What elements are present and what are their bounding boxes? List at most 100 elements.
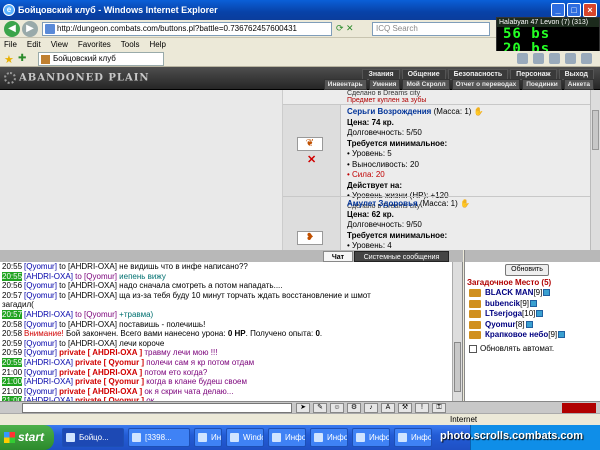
player-name[interactable]: Крапковое небо <box>485 330 548 339</box>
page-menu-icon[interactable] <box>565 53 576 64</box>
chat-nick[interactable]: [AHDRI-OXA] <box>24 358 73 367</box>
taskbar-window-button[interactable]: [3398... <box>128 428 190 447</box>
menu-inventory[interactable]: Инвентарь <box>323 79 367 90</box>
private-message-icon[interactable] <box>469 310 481 318</box>
chat-time[interactable]: 20:59 <box>2 357 23 367</box>
private-message-icon[interactable] <box>469 299 481 308</box>
taskbar-window-button[interactable]: Бойцо... <box>62 428 124 447</box>
shop-scrollbar[interactable] <box>590 90 600 250</box>
star-icon[interactable]: ★ <box>4 53 14 66</box>
auto-update-checkbox[interactable] <box>469 344 477 353</box>
chat-time[interactable]: 20:55 <box>2 271 23 281</box>
chat-input[interactable] <box>22 403 292 413</box>
chat-time[interactable]: 20:57 <box>2 309 23 319</box>
menu-file[interactable]: File <box>4 38 17 51</box>
player-entry[interactable]: LTserjoga[10] <box>467 309 599 320</box>
menu-my-scroll[interactable]: Мой Скролл <box>402 79 450 90</box>
menu-tools[interactable]: Tools <box>121 38 140 51</box>
auto-update-option[interactable]: Обновлять автомат. <box>469 344 554 353</box>
refresh-button[interactable]: Обновить <box>505 264 549 276</box>
chat-nick[interactable]: [Qyomur] <box>24 348 57 357</box>
private-message-icon[interactable] <box>469 331 481 339</box>
chat-nick[interactable]: [Qyomur] <box>24 262 57 271</box>
taskbar-window-button[interactable]: Инфо... <box>394 428 432 447</box>
filter-icon[interactable]: ⚙ <box>347 403 361 413</box>
minimize-button[interactable]: _ <box>551 3 565 17</box>
search-input[interactable]: ICQ Search <box>372 22 490 36</box>
delete-icon[interactable]: ✕ <box>307 153 316 166</box>
player-name[interactable]: Qyomur <box>485 320 516 329</box>
chat-time[interactable]: 20:57 <box>2 291 22 300</box>
player-info-icon[interactable] <box>558 331 566 339</box>
chat-time[interactable]: 20:58 <box>2 329 22 338</box>
chat-nick[interactable]: [Qyomur] <box>24 291 57 300</box>
chat-time[interactable]: 20:55 <box>2 262 22 271</box>
chat-scrollbar[interactable] <box>452 262 462 401</box>
chat-nick[interactable]: [Qyomur] <box>24 368 57 377</box>
player-name[interactable]: bubencik <box>485 299 520 308</box>
menu-help[interactable]: Help <box>149 38 165 51</box>
browser-tab[interactable]: Бойцовский клуб <box>38 52 164 66</box>
menu-battles[interactable]: Поединки <box>522 79 562 90</box>
settings-icon[interactable]: ⚒ <box>398 403 412 413</box>
menu-profile[interactable]: Анкета <box>563 79 594 90</box>
taskbar-window-button[interactable]: Инфо... <box>310 428 348 447</box>
tools-menu-icon[interactable] <box>581 53 592 64</box>
chat-time[interactable]: 21:00 <box>2 368 22 377</box>
maximize-button[interactable]: □ <box>567 3 581 17</box>
chat-time[interactable]: 21:00 <box>2 387 22 396</box>
player-info-icon[interactable] <box>536 310 544 318</box>
feeds-icon[interactable] <box>533 53 544 64</box>
player-entry[interactable]: bubencik[9] <box>467 299 599 310</box>
private-message-icon[interactable] <box>469 289 481 297</box>
back-arrow-icon[interactable]: ◀ <box>4 21 20 37</box>
info-icon[interactable]: ✋ <box>460 199 470 208</box>
translit-icon[interactable]: A <box>381 403 395 413</box>
chat-time[interactable]: 20:56 <box>2 281 22 290</box>
send-icon[interactable]: ➤ <box>296 403 310 413</box>
player-entry[interactable]: Qyomur[8] <box>467 320 599 331</box>
smiles-icon[interactable]: ☺ <box>330 403 344 413</box>
player-entry[interactable]: BLACK MAN[9] <box>467 288 599 299</box>
player-info-icon[interactable] <box>543 289 551 297</box>
tab-chat[interactable]: Чат <box>323 251 353 262</box>
menu-view[interactable]: View <box>51 38 68 51</box>
scroll-thumb[interactable] <box>592 110 599 150</box>
item-name[interactable]: Серьги Возрождения <box>347 107 431 116</box>
chat-nick[interactable]: [AHDRI-OXA] <box>24 272 73 281</box>
clear-icon[interactable]: ✎ <box>313 403 327 413</box>
item-name[interactable]: Амулет Здоровья <box>347 199 418 208</box>
tab-system-messages[interactable]: Системные сообщения <box>354 251 449 262</box>
player-entry[interactable]: Крапковое небо[9] <box>467 330 599 341</box>
menu-skills[interactable]: Умения <box>368 79 401 90</box>
home-icon[interactable] <box>517 53 528 64</box>
taskbar-window-button[interactable]: Инфо... <box>352 428 390 447</box>
taskbar-window-button[interactable]: Windo... <box>226 428 264 447</box>
scroll-thumb[interactable] <box>454 342 461 392</box>
chat-nick[interactable]: [Qyomur] <box>24 320 57 329</box>
player-name[interactable]: LTserjoga <box>485 309 522 318</box>
chat-time[interactable]: 21:00 <box>2 377 23 387</box>
earrings-icon[interactable]: ❦ <box>297 137 323 151</box>
player-info-icon[interactable] <box>525 320 533 328</box>
alert-icon[interactable]: ! <box>415 403 429 413</box>
chat-nick[interactable]: [Qyomur] <box>24 387 57 396</box>
chat-time[interactable]: 20:59 <box>2 348 22 357</box>
add-favorite-icon[interactable]: ✚ <box>18 53 26 64</box>
menu-transfers[interactable]: Отчет о переводах <box>451 79 521 90</box>
lock-icon[interactable]: ⚿ <box>432 403 446 413</box>
amulet-icon[interactable]: ❥ <box>297 231 323 245</box>
chat-nick[interactable]: [AHDRI-OXA] <box>24 310 73 319</box>
close-button[interactable]: × <box>583 3 597 17</box>
chat-time[interactable]: 20:59 <box>2 339 22 348</box>
chat-nick[interactable]: [Qyomur] <box>24 339 57 348</box>
player-info-icon[interactable] <box>530 299 538 307</box>
start-button[interactable]: start <box>0 425 54 450</box>
sound-icon[interactable]: ♪ <box>364 403 378 413</box>
chat-time[interactable]: 20:58 <box>2 320 22 329</box>
refresh-icon[interactable]: ⟳ ✕ <box>336 23 354 34</box>
taskbar-window-button[interactable]: Инфо... <box>194 428 222 447</box>
chat-nick[interactable]: [AHDRI-OXA] <box>24 377 73 386</box>
player-name[interactable]: BLACK MAN <box>485 288 533 297</box>
print-icon[interactable] <box>549 53 560 64</box>
